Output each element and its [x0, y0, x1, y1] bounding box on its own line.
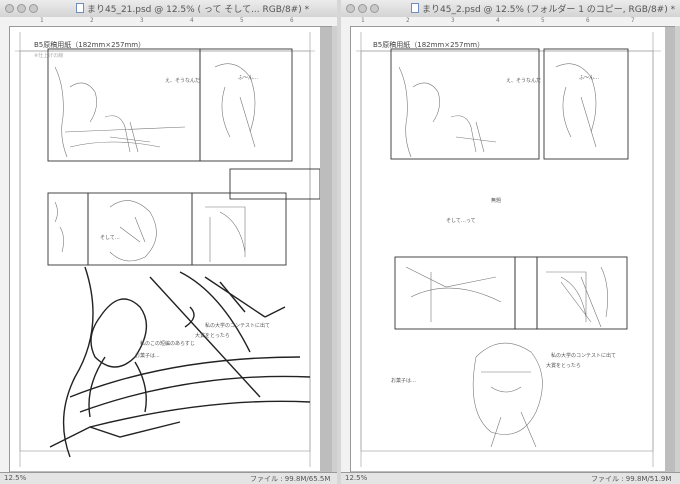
right-manga-page[interactable]: B5原稿用紙（182mm×257mm） え、そうなんだ ふ〜ん… 私の大学のコン… [351, 27, 665, 471]
svg-text:お菓子は...: お菓子は... [135, 352, 160, 359]
right-vertical-ruler[interactable] [341, 26, 351, 473]
zoom-button[interactable] [370, 4, 379, 13]
left-title-bar[interactable]: まり45_21.psd @ 12.5% ( って そして... RGB/8#) … [0, 0, 337, 18]
zoom-button[interactable] [29, 4, 38, 13]
right-horizontal-ruler[interactable]: 1 2 3 4 5 6 7 [341, 17, 680, 27]
zoom-level[interactable]: 12.5% [4, 474, 26, 482]
svg-text:ふ〜ん…: ふ〜ん… [238, 75, 258, 81]
svg-text:私の大学のコンテストに出て: 私の大学のコンテストに出て [205, 322, 270, 329]
file-size-info: ファイル : 99.8M/65.5M [250, 475, 331, 483]
svg-text:ふ〜ん…: ふ〜ん… [579, 75, 599, 81]
minimize-button[interactable] [17, 4, 26, 13]
ruler-mark: 4 [190, 17, 194, 24]
left-window-title: まり45_21.psd @ 12.5% ( って そして... RGB/8#) … [87, 5, 310, 15]
close-button[interactable] [346, 4, 355, 13]
psd-file-icon [76, 3, 84, 13]
psd-file-icon [411, 3, 419, 13]
svg-text:そして…: そして… [100, 234, 120, 241]
ruler-mark: 5 [541, 17, 545, 24]
left-manga-page[interactable]: B5原稿用紙（182mm×257mm） ※仕上げの線 え、そうなんだ ふ〜ん… … [10, 27, 320, 471]
svg-text:え、そうなんだ: え、そうなんだ [506, 77, 541, 84]
ruler-mark: 6 [586, 17, 590, 24]
ruler-mark: 2 [90, 17, 94, 24]
right-sketch-canvas: え、そうなんだ ふ〜ん… 私の大学のコンテストに出て 大賞をとったら お菓子は…… [356, 32, 661, 467]
right-status-bar: 12.5% ファイル : 99.8M/51.9M [341, 472, 680, 484]
close-button[interactable] [5, 4, 14, 13]
minimize-button[interactable] [358, 4, 367, 13]
svg-text:無題: 無題 [491, 197, 501, 204]
svg-text:私のこの短編のあらすじ: 私のこの短編のあらすじ [140, 340, 195, 347]
zoom-level[interactable]: 12.5% [345, 474, 367, 482]
svg-text:大賞をとったら: 大賞をとったら [195, 332, 230, 339]
svg-text:お菓子は…: お菓子は… [391, 377, 416, 384]
ruler-mark: 4 [496, 17, 500, 24]
svg-text:大賞をとったら: 大賞をとったら [546, 362, 581, 369]
svg-text:私の大学のコンテストに出て: 私の大学のコンテストに出て [551, 352, 616, 359]
ruler-mark: 3 [451, 17, 455, 24]
right-document-window[interactable]: まり45_2.psd @ 12.5% (フォルダー 1 のコピー, RGB/8#… [341, 0, 680, 484]
left-vertical-scrollbar[interactable] [332, 26, 337, 473]
left-document-window[interactable]: まり45_21.psd @ 12.5% ( って そして... RGB/8#) … [0, 0, 337, 484]
left-sketch-canvas: え、そうなんだ ふ〜ん… 私の大学のコンテストに出て 大賞をとったら 私のこの短… [15, 32, 320, 467]
ruler-mark: 6 [290, 17, 294, 24]
file-size-info: ファイル : 99.8M/51.9M [591, 475, 672, 483]
right-window-title: まり45_2.psd @ 12.5% (フォルダー 1 のコピー, RGB/8#… [422, 5, 676, 15]
ruler-mark: 3 [140, 17, 144, 24]
left-vertical-ruler[interactable] [0, 26, 10, 473]
ruler-mark: 1 [361, 17, 365, 24]
ruler-mark: 5 [240, 17, 244, 24]
ruler-mark: 7 [631, 17, 635, 24]
svg-text:そして…って: そして…って [446, 217, 476, 224]
right-vertical-scrollbar[interactable] [675, 26, 680, 473]
svg-text:え、そうなんだ: え、そうなんだ [165, 77, 200, 84]
right-title-bar[interactable]: まり45_2.psd @ 12.5% (フォルダー 1 のコピー, RGB/8#… [341, 0, 680, 18]
ruler-mark: 2 [406, 17, 410, 24]
left-horizontal-ruler[interactable]: 1 2 3 4 5 6 [0, 17, 337, 27]
ruler-mark: 1 [40, 17, 44, 24]
left-status-bar: 12.5% ファイル : 99.8M/65.5M [0, 472, 337, 484]
